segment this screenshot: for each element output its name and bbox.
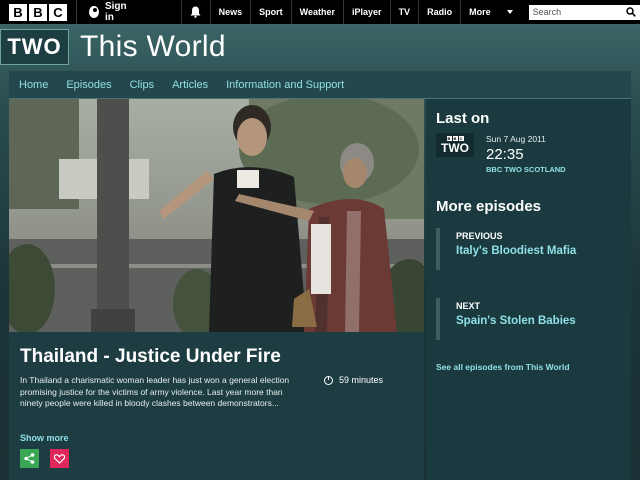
tab-information-and-support[interactable]: Information and Support: [226, 79, 344, 91]
bbc-logo-letter: C: [49, 3, 67, 21]
episode-duration: 59 minutes: [324, 375, 383, 385]
bbc-two-mini-logo: B B C TWO: [436, 133, 474, 157]
nav-more-label: More: [469, 7, 491, 17]
tab-episodes[interactable]: Episodes: [66, 79, 111, 91]
bbc-two-badge[interactable]: TWO: [0, 29, 69, 65]
share-icon: [24, 453, 35, 464]
episode-panel: Thailand - Justice Under Fire In Thailan…: [9, 99, 424, 480]
previous-episode-title[interactable]: Italy's Bloodiest Mafia: [456, 245, 626, 257]
clock-icon: [324, 375, 333, 385]
nav-weather[interactable]: Weather: [290, 0, 343, 24]
duration-label: 59 minutes: [339, 375, 384, 385]
programme-title[interactable]: This World: [80, 30, 226, 64]
more-episodes-heading: More episodes: [436, 198, 542, 215]
nav-iplayer[interactable]: iPlayer: [343, 0, 390, 24]
episode-title: Thailand - Justice Under Fire: [20, 346, 281, 367]
nav-more[interactable]: More: [460, 0, 521, 24]
favourite-button[interactable]: [50, 449, 69, 468]
search-placeholder: Search: [532, 7, 562, 17]
bbc-nav: News Sport Weather iPlayer TV Radio More: [209, 0, 521, 24]
side-panel: Last on B B C TWO Sun 7 Aug 2011 22:35 B…: [426, 99, 631, 480]
air-time: 22:35: [486, 146, 524, 163]
tab-clips[interactable]: Clips: [130, 79, 154, 91]
last-on-heading: Last on: [436, 110, 490, 127]
signin-link[interactable]: Sign in: [77, 0, 145, 24]
share-button[interactable]: [20, 449, 39, 468]
air-date: Sun 7 Aug 2011: [486, 134, 546, 144]
notifications-button[interactable]: [181, 0, 210, 24]
bell-icon: [190, 6, 201, 18]
broadcast-channel[interactable]: BBC TWO SCOTLAND: [486, 165, 566, 174]
signin-label: Sign in: [104, 1, 127, 23]
bbc-logo-letter: B: [9, 3, 27, 21]
show-more-link[interactable]: Show more: [20, 433, 69, 443]
chevron-down-icon: [506, 10, 513, 14]
nav-radio[interactable]: Radio: [418, 0, 460, 24]
user-icon: [88, 6, 99, 18]
tab-home[interactable]: Home: [19, 79, 48, 91]
see-all-episodes-link[interactable]: See all episodes from This World: [436, 362, 570, 372]
previous-episode[interactable]: PREVIOUS Italy's Bloodiest Mafia: [436, 228, 626, 270]
programme-nav: Home Episodes Clips Articles Information…: [9, 71, 631, 99]
mini-logo-two: TWO: [441, 141, 469, 155]
bbc-topbar: B B C Sign in News Sport Weather iPlayer…: [0, 0, 640, 24]
episode-image: [9, 99, 424, 332]
episode-description: In Thailand a charismatic woman leader h…: [20, 375, 290, 408]
next-label: NEXT: [456, 301, 481, 311]
nav-tv[interactable]: TV: [389, 0, 419, 24]
previous-label: PREVIOUS: [456, 231, 503, 241]
nav-sport[interactable]: Sport: [250, 0, 291, 24]
next-episode[interactable]: NEXT Spain's Stolen Babies: [436, 298, 626, 340]
programme-header: TWO This World: [0, 29, 226, 65]
heart-icon: [54, 453, 65, 464]
search-icon[interactable]: [626, 7, 636, 17]
next-episode-title[interactable]: Spain's Stolen Babies: [456, 315, 626, 327]
episode-photo: [9, 99, 424, 332]
tab-articles[interactable]: Articles: [172, 79, 208, 91]
search-input[interactable]: Search: [528, 4, 640, 20]
bbc-logo[interactable]: B B C: [9, 3, 67, 21]
bbc-logo-letter: B: [29, 3, 47, 21]
nav-news[interactable]: News: [209, 0, 251, 24]
